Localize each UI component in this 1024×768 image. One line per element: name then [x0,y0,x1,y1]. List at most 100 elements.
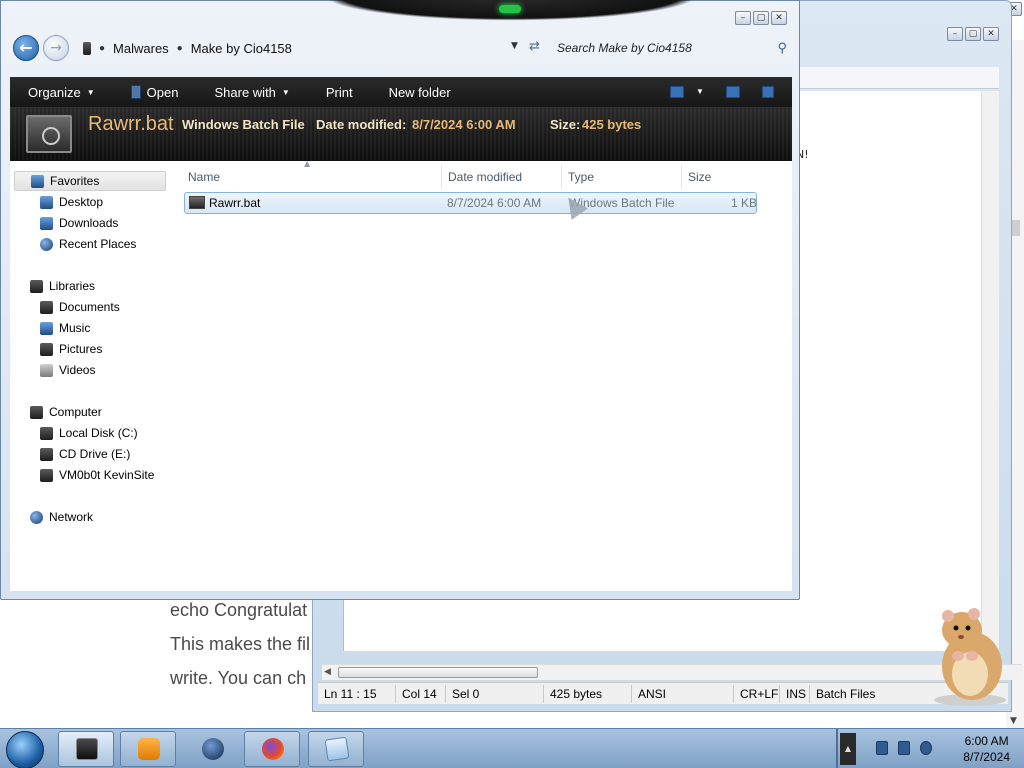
details-size-value: 425 bytes [582,117,642,132]
sidebar-item-desktop[interactable]: Desktop [40,192,103,212]
new-folder-button[interactable]: New folder [371,85,469,100]
share-with-button[interactable]: Share with ▼ [196,85,307,100]
libraries-icon [30,279,43,293]
sidebar-item-network[interactable]: Network [30,507,93,527]
maximize-button[interactable]: ▢ [965,27,981,41]
taskbar-browser-button[interactable] [184,731,240,767]
taskbar-firefox-button[interactable] [244,731,300,767]
sidebar-item-local-disk[interactable]: Local Disk (C:) [40,423,138,443]
system-tray [876,741,932,755]
refresh-icon[interactable]: ⇄ [529,39,540,54]
chevron-down-icon[interactable]: ▼ [696,87,704,96]
column-header-date[interactable]: Date modified [442,165,562,189]
notepad-horizontal-scrollbar[interactable]: ◀ [322,664,1022,680]
volume-icon[interactable] [920,741,932,755]
open-label: Open [146,84,179,100]
file-list: ▲ Name Date modified Type Size Rawrr.bat… [174,159,792,591]
taskbar-clock[interactable]: 6:00 AM 8/7/2024 [963,733,1010,765]
notepad-statusbar: Ln 11 : 15 Col 14 Sel 0 425 bytes ANSI C… [318,682,1008,704]
file-size: 1 KB [731,196,758,210]
change-view-icon[interactable] [670,86,684,98]
sidebar-item-cd-drive[interactable]: CD Drive (E:) [40,444,130,464]
notepad-icon [324,736,350,762]
status-column: Col 14 [396,684,446,703]
action-center-icon[interactable] [876,741,888,755]
open-button[interactable]: Open [113,85,197,100]
network-status-icon[interactable] [898,741,910,755]
sidebar-item-libraries[interactable]: Libraries [30,276,95,296]
show-hidden-icons-button[interactable]: ▲ [840,733,856,765]
videos-icon [40,363,53,377]
file-name: Rawrr.bat [209,196,261,210]
close-button[interactable]: ✕ [771,11,787,25]
network-icon [30,510,43,524]
sidebar-item-documents[interactable]: Documents [40,297,120,317]
sidebar-item-music[interactable]: Music [40,318,90,338]
desktop-icon [40,195,53,209]
search-input[interactable]: Search Make by Cio4158 ⚲ [551,35,791,61]
taskbar-media-player-button[interactable] [120,731,176,767]
downloads-icon [40,216,53,230]
chevron-down-icon: ▼ [281,87,290,97]
recent-places-icon [40,237,53,251]
search-icon[interactable]: ⚲ [777,35,787,61]
breadcrumb-separator: ● [99,42,106,54]
scroll-thumb[interactable] [338,667,538,678]
organize-button[interactable]: Organize ▼ [10,85,113,100]
minimize-button[interactable]: – [947,27,963,41]
sidebar-item-network-drive[interactable]: VM0b0t KevinSite [40,465,154,485]
open-icon [130,85,141,99]
sidebar-item-recent-places[interactable]: Recent Places [40,234,136,254]
details-pane: Rawrr.bat Windows Batch File Date modifi… [10,107,792,161]
scroll-left-arrow[interactable]: ◀ [324,667,331,677]
details-modified-label: Date modified: [316,117,407,132]
sidebar-item-label: CD Drive (E:) [59,447,131,461]
status-position: Ln 11 : 15 [318,684,396,703]
status-mode: INS [780,684,810,703]
computer-icon [30,405,43,419]
theme-top-ornament [291,0,731,25]
sidebar-item-favorites[interactable]: Favorites [14,171,166,191]
help-icon[interactable] [762,86,774,98]
breadcrumb-item[interactable]: Make by Cio4158 [191,41,292,56]
sidebar-item-computer[interactable]: Computer [30,402,102,422]
maximize-button[interactable]: ▢ [753,11,769,25]
navigation-pane: Favorites Desktop Downloads Recent Place… [10,161,174,591]
table-row[interactable]: Rawrr.bat 8/7/2024 6:00 AM Windows Batch… [184,192,757,214]
column-header-size[interactable]: Size [682,165,758,189]
status-language: Batch Files [816,686,876,701]
taskbar-notepad-button[interactable] [308,731,364,767]
forward-arrow-icon[interactable]: → [43,35,69,61]
chevron-down-icon: ▼ [86,87,95,97]
theme-led [499,5,521,13]
explorer-window-controls: – ▢ ✕ [735,11,787,25]
sidebar-item-label: Network [49,510,94,524]
print-button[interactable]: Print [308,85,371,100]
taskbar-cmd-button[interactable] [58,731,114,767]
details-file-name: Rawrr.bat [88,113,174,135]
computer-icon [83,41,91,55]
scroll-down-arrow[interactable]: ▼ [1010,716,1017,726]
breadcrumb-item[interactable]: Malwares [113,41,169,56]
sidebar-item-pictures[interactable]: Pictures [40,339,102,359]
globe-icon [202,738,224,760]
preview-pane-icon[interactable] [726,86,740,98]
sidebar-item-videos[interactable]: Videos [40,360,95,380]
sidebar-item-label: VM0b0t KevinSite [59,468,155,482]
firefox-icon [262,738,284,760]
column-header-type[interactable]: Type [562,165,682,189]
minimize-button[interactable]: – [735,11,751,25]
status-encoding: ANSI [632,684,734,703]
close-button[interactable]: ✕ [983,27,999,41]
sidebar-item-downloads[interactable]: Downloads [40,213,118,233]
notepad-vertical-scrollbar[interactable] [981,91,999,651]
back-arrow-icon[interactable]: ← [13,35,39,61]
chevron-down-icon[interactable]: ▼ [511,41,518,51]
status-line-endings: CR+LF [734,684,780,703]
sidebar-item-label: Recent Places [59,237,137,251]
status-selection: Sel 0 [446,684,544,703]
column-header-name[interactable]: Name [182,165,442,189]
background-text-line: write. You can ch [170,668,307,688]
start-button[interactable] [6,731,44,768]
breadcrumb[interactable]: ● Malwares ● Make by Cio4158 [83,35,543,61]
